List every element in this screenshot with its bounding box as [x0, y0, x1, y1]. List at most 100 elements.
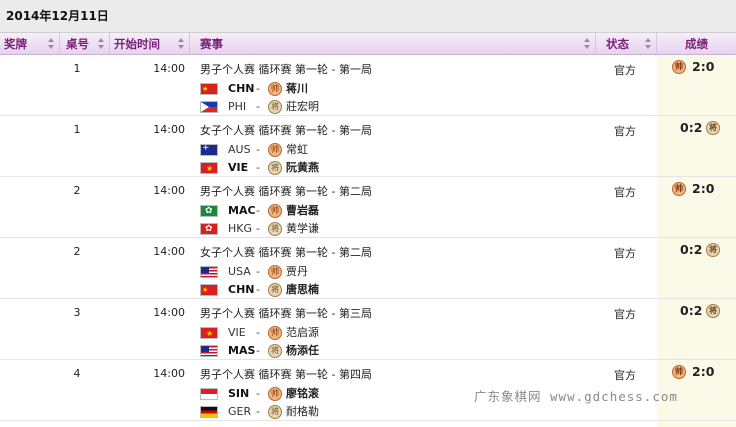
header-event-label: 赛事: [200, 37, 223, 51]
player-name[interactable]: 唐思楠: [286, 282, 319, 298]
sort-icon[interactable]: [583, 38, 592, 50]
score: 帅 2:0: [664, 181, 734, 197]
score: 将 0:2: [664, 242, 734, 258]
header-award-label: 奖牌: [4, 37, 27, 51]
country-code[interactable]: CHN: [228, 81, 255, 97]
red-side-icon: 帅: [672, 365, 686, 379]
match-row: 1 14:00 男子个人赛 循环赛 第一轮 - 第一局 官方 CHN- 帅蒋川 PHI-将莊…: [0, 55, 736, 116]
phi-flag-icon: [200, 101, 218, 113]
separator: -: [256, 265, 260, 278]
separator: -: [256, 161, 260, 174]
start-time: 14:00: [153, 62, 185, 75]
player-name[interactable]: 蒋川: [286, 81, 308, 97]
table-number: 2: [73, 184, 81, 197]
player-name[interactable]: 廖铭滚: [286, 386, 319, 402]
header-status-label: 状态: [606, 37, 629, 51]
country-code[interactable]: GER: [228, 404, 251, 420]
score-value: 0:2: [680, 242, 703, 257]
black-side-icon: 将: [706, 243, 720, 257]
header-score-label: 成绩: [685, 37, 708, 51]
score: 帅 2:0: [664, 59, 734, 75]
chn-flag-icon: [200, 284, 218, 296]
event-name: 男子个人赛 循环赛 第一轮 - 第四局: [200, 368, 372, 381]
separator: -: [256, 100, 260, 113]
header-table[interactable]: 桌号: [60, 33, 110, 55]
separator: -: [256, 143, 260, 156]
score: 将 0:2: [664, 303, 734, 319]
player-name[interactable]: 耐格勒: [286, 404, 319, 420]
red-side-icon: 帅: [672, 60, 686, 74]
black-side-icon: 将: [268, 283, 282, 297]
start-time: 14:00: [153, 367, 185, 380]
table-number: 3: [73, 306, 81, 319]
event-name: 女子个人赛 循环赛 第一轮 - 第二局: [200, 246, 372, 259]
player-name[interactable]: 范启源: [286, 325, 319, 341]
table-header: 奖牌 桌号 开始时间 赛事 状态 成绩: [0, 33, 736, 55]
vie-flag-icon: [200, 162, 218, 174]
sort-icon[interactable]: [47, 38, 56, 50]
table-number: 4: [73, 367, 81, 380]
red-side-icon: 帅: [268, 143, 282, 157]
event-name: 男子个人赛 循环赛 第一轮 - 第一局: [200, 63, 372, 76]
country-code[interactable]: CHN: [228, 282, 255, 298]
header-event[interactable]: 赛事: [190, 33, 596, 55]
sort-icon[interactable]: [177, 38, 186, 50]
player-name[interactable]: 莊宏明: [286, 99, 319, 115]
header-award[interactable]: 奖牌: [0, 33, 60, 55]
country-code[interactable]: USA: [228, 264, 251, 280]
match-row: 314:00男子个人赛 循环赛 第一轮 - 第三局官方VIE-帅范启源MAS-将…: [0, 299, 736, 360]
player-name[interactable]: 黄学谦: [286, 221, 319, 237]
sin-flag-icon: [200, 388, 218, 400]
separator: -: [256, 387, 260, 400]
country-code[interactable]: SIN: [228, 386, 249, 402]
status-label: 官方: [614, 369, 636, 382]
country-code[interactable]: MAC: [228, 203, 256, 219]
event-name: 女子个人赛 循环赛 第一轮 - 第一局: [200, 124, 372, 137]
separator: -: [256, 283, 260, 296]
aus-flag-icon: [200, 144, 218, 156]
country-code[interactable]: VIE: [228, 160, 248, 176]
red-side-icon: 帅: [268, 265, 282, 279]
separator: -: [256, 204, 260, 217]
country-code[interactable]: VIE: [228, 325, 246, 341]
header-score[interactable]: 成绩: [657, 33, 736, 55]
start-time: 14:00: [153, 184, 185, 197]
match-row: 114:00女子个人赛 循环赛 第一轮 - 第一局官方AUS-帅常虹VIE-将阮…: [0, 116, 736, 177]
table-number: 2: [73, 245, 81, 258]
sort-icon[interactable]: [644, 38, 653, 50]
country-code[interactable]: AUS: [228, 142, 251, 158]
mac-flag-icon: [200, 205, 218, 217]
start-time: 14:00: [153, 245, 185, 258]
start-time: 14:00: [153, 123, 185, 136]
watermark: 广东象棋网 www.gdchess.com: [474, 389, 678, 404]
event-name: 男子个人赛 循环赛 第一轮 - 第三局: [200, 307, 372, 320]
country-code[interactable]: MAS: [228, 343, 255, 359]
start-time: 14:00: [153, 306, 185, 319]
player-name[interactable]: 常虹: [286, 142, 308, 158]
table-number: 1: [73, 123, 81, 136]
sort-icon[interactable]: [97, 38, 106, 50]
player-name[interactable]: 阮黄燕: [286, 160, 319, 176]
player-name[interactable]: 杨添任: [286, 343, 319, 359]
black-side-icon: 将: [268, 405, 282, 419]
red-side-icon: 帅: [268, 326, 282, 340]
chn-flag-icon: [200, 83, 218, 95]
date-label: 2014年12月11日: [6, 9, 109, 23]
status-label: 官方: [614, 186, 636, 199]
header-status[interactable]: 状态: [596, 33, 657, 55]
player-name[interactable]: 贾丹: [286, 264, 308, 280]
black-side-icon: 将: [268, 222, 282, 236]
status-label: 官方: [614, 125, 636, 138]
table-number: 1: [73, 62, 81, 75]
header-start-time[interactable]: 开始时间: [110, 33, 190, 55]
status-label: 官方: [614, 64, 636, 77]
country-code[interactable]: PHI: [228, 99, 246, 115]
header-table-label: 桌号: [66, 37, 89, 51]
black-side-icon: 将: [268, 100, 282, 114]
player-name[interactable]: 曹岩磊: [286, 203, 319, 219]
country-code[interactable]: HKG: [228, 221, 252, 237]
separator: -: [256, 82, 260, 95]
usa-flag-icon: [200, 266, 218, 278]
status-label: 官方: [614, 247, 636, 260]
hkg-flag-icon: [200, 223, 218, 235]
